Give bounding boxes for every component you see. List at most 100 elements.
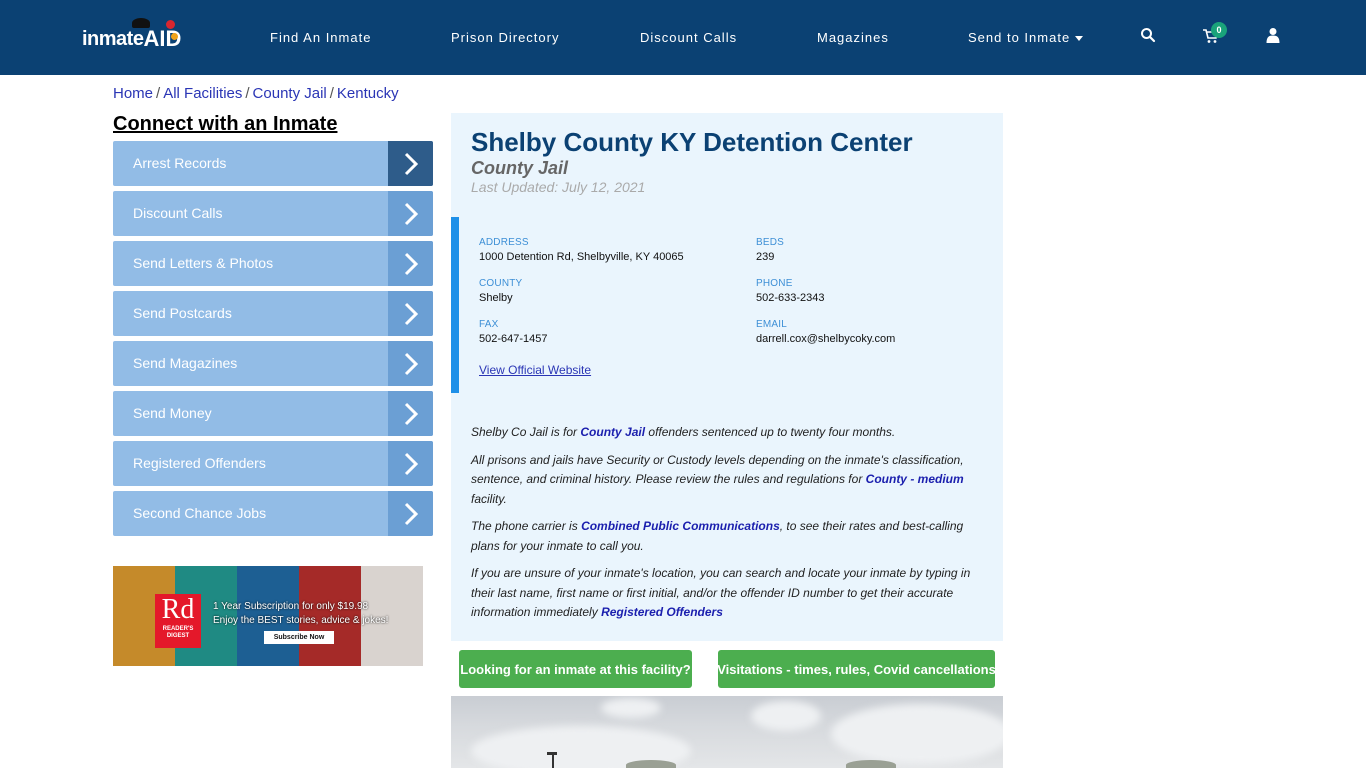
nav-discount-calls[interactable]: Discount Calls (640, 30, 737, 45)
description-paragraph: The phone carrier is Combined Public Com… (471, 517, 981, 556)
nav-magazines[interactable]: Magazines (817, 30, 889, 45)
visitations-button[interactable]: Visitations - times, rules, Covid cancel… (717, 650, 996, 688)
caret-down-icon (1075, 36, 1084, 42)
chevron-right-icon (388, 291, 433, 336)
facility-panel: Shelby County KY Detention Center County… (451, 113, 1003, 641)
facility-info-box: ADDRESS 1000 Detention Rd, Shelbyville, … (451, 217, 1003, 393)
sidebar-item-label: Second Chance Jobs (133, 505, 267, 521)
description-text: Shelby Co Jail is for (471, 425, 581, 439)
sidebar-item-arrest-records[interactable]: Arrest Records (113, 141, 433, 186)
facility-title: Shelby County KY Detention Center (471, 127, 913, 157)
sidebar-item-send-postcards[interactable]: Send Postcards (113, 291, 433, 336)
nav-find-an-inmate[interactable]: Find An Inmate (270, 30, 371, 45)
fax-label: FAX (479, 319, 499, 330)
breadcrumb-home[interactable]: Home (113, 85, 153, 102)
cloud-shape (751, 701, 821, 731)
logo-rd-text: Rd (161, 594, 195, 625)
readers-digest-ad-banner[interactable]: Rd READER'S DIGEST 1 Year Subscription f… (113, 566, 423, 666)
sidebar-item-label: Discount Calls (133, 205, 223, 221)
sidebar-item-label: Send Money (133, 405, 212, 421)
logo-decoration-icon (171, 33, 178, 40)
facility-photo (451, 696, 1003, 768)
registered-offenders-link[interactable]: Registered Offenders (601, 605, 723, 619)
phone-value: 502-633-2343 (756, 292, 825, 304)
chevron-right-icon (388, 241, 433, 286)
fax-field: FAX 502-647-1457 (479, 319, 548, 345)
breadcrumb-county-jail[interactable]: County Jail (253, 85, 327, 102)
sidebar-item-label: Send Letters & Photos (133, 255, 274, 271)
county-value: Shelby (479, 292, 513, 304)
sidebar-item-send-letters-photos[interactable]: Send Letters & Photos (113, 241, 433, 286)
sidebar-item-discount-calls[interactable]: Discount Calls (113, 191, 433, 236)
breadcrumb-all-facilities[interactable]: All Facilities (163, 85, 242, 102)
sidebar-item-second-chance-jobs[interactable]: Second Chance Jobs (113, 491, 433, 536)
logo-readers-text: READER'S (162, 626, 194, 632)
beds-value: 239 (756, 251, 775, 263)
last-updated: Last Updated: July 12, 2021 (471, 179, 646, 195)
description-text: offenders sentenced up to twenty four mo… (645, 425, 896, 439)
phone-carrier-link[interactable]: Combined Public Communications (581, 519, 780, 533)
nav-send-to-inmate[interactable]: Send to Inmate (968, 30, 1084, 45)
chevron-right-icon (388, 491, 433, 536)
address-field: ADDRESS 1000 Detention Rd, Shelbyville, … (479, 237, 684, 263)
cloud-shape (831, 704, 1003, 764)
ad-offer-text: 1 Year Subscription for only $19.98 (213, 601, 369, 612)
logo-text-prefix: inmate (82, 27, 144, 50)
email-value: darrell.cox@shelbycoky.com (756, 333, 896, 345)
tree-shape (846, 760, 896, 768)
facility-type: County Jail (471, 158, 569, 178)
readers-digest-logo: Rd READER'S DIGEST (155, 594, 201, 648)
beds-label: BEDS (756, 237, 785, 248)
sidebar-item-label: Registered Offenders (133, 455, 266, 471)
sidebar-menu: Arrest Records Discount Calls Send Lette… (113, 141, 433, 541)
description-text: facility. (471, 491, 507, 506)
description-paragraph: If you are unsure of your inmate's locat… (471, 564, 981, 623)
sidebar-item-label: Arrest Records (133, 155, 227, 171)
breadcrumb-kentucky[interactable]: Kentucky (337, 85, 399, 102)
facility-description: Shelby Co Jail is for County Jail offend… (471, 423, 981, 631)
email-label: EMAIL (756, 319, 788, 330)
county-medium-link[interactable]: County - medium (866, 472, 964, 486)
cart-count-badge: 0 (1211, 22, 1227, 38)
sidebar-item-label: Send Postcards (133, 305, 232, 321)
county-field: COUNTY Shelby (479, 278, 522, 304)
address-label: ADDRESS (479, 237, 529, 248)
description-paragraph: Shelby Co Jail is for County Jail offend… (471, 423, 981, 443)
chevron-right-icon (388, 391, 433, 436)
fax-value: 502-647-1457 (479, 333, 548, 345)
email-field: EMAIL darrell.cox@shelbycoky.com (756, 319, 895, 345)
chevron-right-icon (388, 141, 433, 186)
beds-field: BEDS 239 (756, 237, 784, 263)
lamp-post-icon (552, 754, 554, 768)
chevron-right-icon (388, 341, 433, 386)
user-icon[interactable] (1265, 27, 1283, 45)
sidebar-item-registered-offenders[interactable]: Registered Offenders (113, 441, 433, 486)
subscribe-now-button[interactable]: Subscribe Now (264, 631, 334, 644)
ad-tagline-text: Enjoy the BEST stories, advice & jokes! (213, 615, 389, 626)
address-value: 1000 Detention Rd, Shelbyville, KY 40065 (479, 251, 684, 263)
description-text: The phone carrier is (471, 519, 582, 533)
phone-label: PHONE (756, 278, 793, 289)
logo-digest-text: DIGEST (166, 633, 190, 639)
search-icon[interactable] (1140, 27, 1158, 45)
view-official-website-link[interactable]: View Official Website (479, 363, 591, 377)
sidebar-item-send-money[interactable]: Send Money (113, 391, 433, 436)
logo-decoration-icon (166, 20, 175, 29)
breadcrumb-separator: / (329, 85, 334, 102)
phone-field: PHONE 502-633-2343 (756, 278, 825, 304)
description-paragraph: All prisons and jails have Security or C… (471, 451, 981, 510)
tree-shape (626, 760, 676, 768)
sidebar-item-send-magazines[interactable]: Send Magazines (113, 341, 433, 386)
chevron-right-icon (388, 191, 433, 236)
nav-send-to-inmate-label: Send to Inmate (968, 30, 1071, 45)
sidebar-title: Connect with an Inmate (113, 113, 338, 135)
cloud-shape (601, 698, 661, 718)
sidebar-item-label: Send Magazines (133, 355, 238, 371)
find-inmate-at-facility-button[interactable]: Looking for an inmate at this facility? (459, 650, 692, 688)
breadcrumb: Home / All Facilities / County Jail / Kentucky (113, 85, 399, 102)
top-navbar: inmate AID Find An Inmate Prison Director… (0, 0, 1366, 75)
logo-hat-icon (132, 18, 150, 28)
county-jail-link[interactable]: County Jail (580, 425, 645, 439)
nav-prison-directory[interactable]: Prison Directory (451, 30, 559, 45)
chevron-right-icon (388, 441, 433, 486)
